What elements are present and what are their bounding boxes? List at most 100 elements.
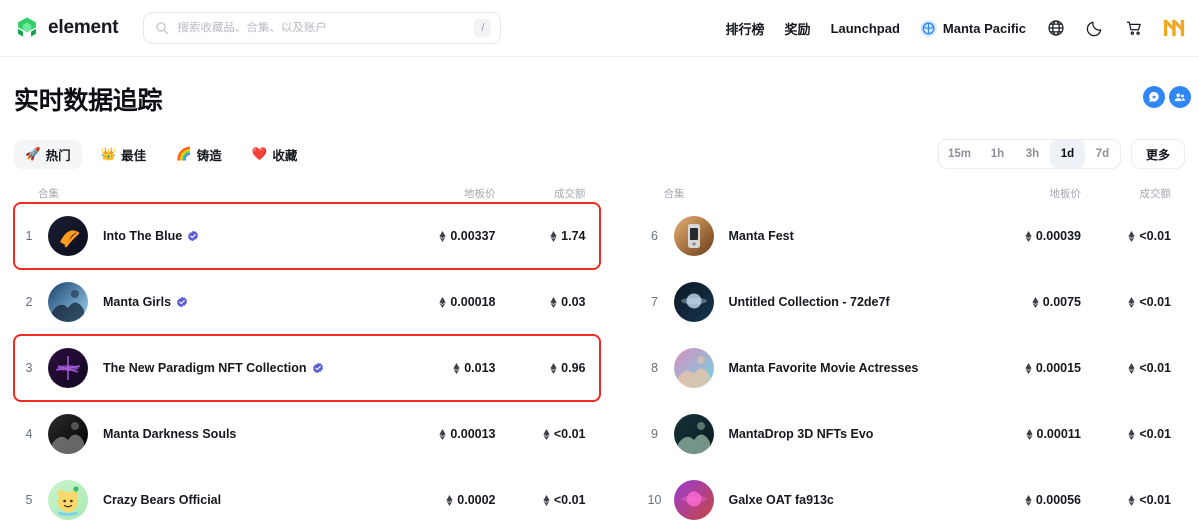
floor-price-value: 0.00018: [378, 295, 496, 309]
table-header-right: 合集 地板价 成交额: [640, 183, 1186, 203]
collection-name-cell[interactable]: Manta Darkness Souls: [103, 427, 378, 441]
table-row[interactable]: 10 Galxe OAT fa913c 0.00056 <0.01: [640, 467, 1186, 520]
tab-minting[interactable]: 🌈 铸造: [165, 140, 233, 169]
more-button[interactable]: 更多: [1130, 139, 1185, 169]
collection-name-cell[interactable]: Manta Girls: [103, 295, 378, 309]
collection-name-cell[interactable]: Untitled Collection - 72de7f: [729, 295, 964, 309]
volume-value: 1.74: [496, 229, 586, 243]
community-icon[interactable]: [1169, 86, 1191, 108]
darkness-souls-avatar: [48, 414, 88, 454]
table-row[interactable]: 3 The New Paradigm NFT Collection 0.013 …: [13, 334, 601, 402]
category-tabs: 🚀 热门 👑 最佳 🌈 铸造 ❤️ 收藏: [14, 139, 309, 169]
eth-currency-icon: [543, 428, 550, 440]
tab-top-label: 最佳: [121, 148, 147, 163]
row-rank: 1: [25, 229, 33, 243]
brand[interactable]: element: [14, 15, 119, 41]
volume-value: <0.01: [496, 427, 586, 441]
table-row[interactable]: 1 Into The Blue 0.00337 1.74: [13, 202, 601, 270]
row-rank: 5: [25, 493, 33, 507]
cart-icon[interactable]: [1124, 19, 1143, 38]
collection-name-cell[interactable]: Into The Blue: [103, 229, 378, 243]
eth-currency-icon: [1128, 428, 1135, 440]
column-header-volume: 成交额: [554, 187, 586, 200]
eth-currency-icon: [1025, 428, 1033, 440]
row-rank: 4: [25, 427, 33, 441]
time-filter-7d[interactable]: 7d: [1085, 140, 1120, 168]
collection-name: Galxe OAT fa913c: [728, 493, 834, 507]
table-row[interactable]: 6 Manta Fest 0.00039 <0.01: [640, 203, 1186, 269]
nav-item-launchpad[interactable]: Launchpad: [831, 21, 900, 36]
wallet-icon[interactable]: [1163, 17, 1185, 39]
time-filter-3h[interactable]: 3h: [1015, 140, 1050, 168]
collection-name: The New Paradigm NFT Collection: [103, 361, 307, 375]
column-header-collection: 合集: [38, 187, 59, 200]
rankings-table: 合集 地板价 成交额 1 Into The Blue 0.00337 1.74 …: [13, 183, 1186, 520]
collection-name-cell[interactable]: Manta Fest: [729, 229, 964, 243]
search-shortcut-key: /: [474, 19, 492, 37]
collection-name-cell[interactable]: MantaDrop 3D NFTs Evo: [729, 427, 964, 441]
row-rank: 2: [25, 295, 33, 309]
collection-name-cell[interactable]: The New Paradigm NFT Collection: [103, 361, 378, 375]
eth-currency-icon: [1128, 230, 1135, 242]
brand-name: element: [48, 17, 119, 38]
collection-name-cell[interactable]: Crazy Bears Official: [103, 493, 378, 507]
time-range-segmented-control: 15m 1h 3h 1d 7d: [937, 139, 1121, 169]
moon-icon[interactable]: [1085, 19, 1104, 38]
table-body-right: 6 Manta Fest 0.00039 <0.01 7 Untitled Co…: [640, 203, 1186, 520]
collection-name: Manta Fest: [728, 229, 794, 243]
manta-girls-avatar: [48, 282, 88, 322]
table-header-left: 合集 地板价 成交额: [14, 183, 600, 203]
chain-selector[interactable]: Manta Pacific: [920, 19, 1026, 37]
tab-top[interactable]: 👑 最佳: [90, 140, 158, 169]
verified-badge-icon: [187, 230, 199, 242]
table-row[interactable]: 4 Manta Darkness Souls 0.00013 <0.01: [14, 401, 600, 467]
row-rank: 7: [651, 295, 658, 309]
column-header-floor-price: 地板价: [464, 187, 496, 200]
tabs-and-filters-row: 🚀 热门 👑 最佳 🌈 铸造 ❤️ 收藏 15m 1h 3h 1d 7d 更多: [14, 139, 1185, 169]
time-filter-group: 15m 1h 3h 1d 7d 更多: [937, 139, 1185, 169]
support-bubble-icon[interactable]: [1143, 86, 1165, 108]
volume-value: <0.01: [1081, 427, 1171, 441]
nav-item-rewards[interactable]: 奖励: [785, 19, 811, 38]
table-row[interactable]: 9 MantaDrop 3D NFTs Evo 0.00011 <0.01: [640, 401, 1186, 467]
heart-icon: ❤️: [251, 146, 268, 161]
tab-watchlist-label: 收藏: [272, 148, 298, 163]
volume-value: 0.96: [496, 361, 586, 375]
eth-currency-icon: [446, 494, 453, 506]
floor-price-value: 0.013: [378, 361, 496, 375]
search-bar[interactable]: /: [143, 12, 502, 44]
column-header-collection: 合集: [663, 187, 685, 200]
time-filter-15m[interactable]: 15m: [939, 140, 980, 168]
row-rank: 10: [647, 493, 662, 507]
eth-currency-icon: [550, 230, 557, 242]
eth-currency-icon: [439, 230, 446, 242]
element-cube-logo-icon: [14, 15, 40, 41]
eth-currency-icon: [1128, 362, 1135, 374]
chain-label: Manta Pacific: [942, 20, 1026, 36]
collection-name: Manta Darkness Souls: [103, 427, 237, 441]
search-input[interactable]: [177, 22, 475, 34]
globe-icon[interactable]: [1046, 19, 1065, 38]
untitled-collection-avatar: [673, 282, 714, 322]
collection-name-cell[interactable]: Manta Favorite Movie Actresses: [729, 361, 964, 375]
nav-item-leaderboard[interactable]: 排行榜: [726, 19, 765, 38]
table-row[interactable]: 7 Untitled Collection - 72de7f 0.0075 <0…: [640, 269, 1186, 335]
tab-trending[interactable]: 🚀 热门: [14, 139, 82, 169]
rainbow-icon: 🌈: [176, 146, 192, 161]
table-row[interactable]: 8 Manta Favorite Movie Actresses 0.00015…: [640, 335, 1186, 401]
eth-currency-icon: [1025, 494, 1032, 506]
eth-currency-icon: [1128, 296, 1135, 308]
collection-name: Manta Favorite Movie Actresses: [728, 361, 919, 375]
time-filter-1d[interactable]: 1d: [1049, 140, 1085, 168]
table-row[interactable]: 2 Manta Girls 0.00018 0.03: [14, 269, 600, 335]
row-rank: 9: [651, 427, 658, 441]
collection-name: Untitled Collection - 72de7f: [728, 295, 890, 309]
verified-badge-icon: [312, 362, 324, 374]
collection-name: Into The Blue: [103, 229, 183, 243]
tab-watchlist[interactable]: ❤️ 收藏: [241, 140, 309, 169]
tab-minting-label: 铸造: [196, 148, 222, 163]
time-filter-1h[interactable]: 1h: [980, 140, 1015, 168]
collection-name-cell[interactable]: Galxe OAT fa913c: [729, 493, 964, 507]
table-row[interactable]: 5 Crazy Bears Official 0.0002 <0.01: [14, 467, 600, 520]
crazy-bears-avatar: [48, 480, 88, 520]
